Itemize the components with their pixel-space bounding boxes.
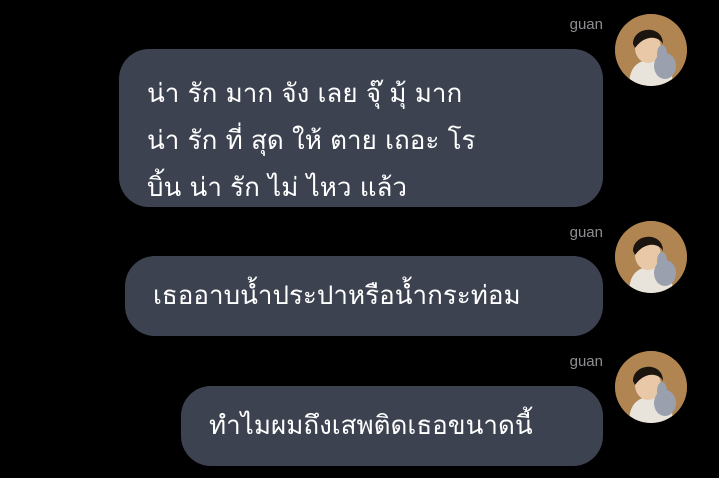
avatar-photo-icon bbox=[615, 351, 687, 423]
message-bubble[interactable]: เธออาบน้ำประปาหรือน้ำกระท่อม bbox=[125, 256, 603, 336]
message-text-line: ทำไมผมถึงเสพติดเธอขนาดนี้ bbox=[209, 411, 533, 441]
message-bubble[interactable]: ทำไมผมถึงเสพติดเธอขนาดนี้ bbox=[181, 386, 603, 466]
sender-name: guan bbox=[569, 353, 603, 370]
avatar-photo-icon bbox=[615, 221, 687, 293]
sender-name: guan bbox=[569, 224, 603, 241]
sender-name: guan bbox=[569, 16, 603, 33]
message-text-line: น่า รัก มาก จัง เลย จุ๊ มุ้ มาก bbox=[147, 79, 463, 109]
avatar[interactable] bbox=[615, 14, 687, 86]
message-bubble[interactable]: น่า รัก มาก จัง เลย จุ๊ มุ้ มาก น่า รัก … bbox=[119, 49, 603, 207]
avatar[interactable] bbox=[615, 351, 687, 423]
avatar-photo-icon bbox=[615, 14, 687, 86]
message-text-line: บิ้น น่า รัก ไม่ ไหว แล้ว bbox=[147, 173, 407, 203]
message-text-line: น่า รัก ที่ สุด ให้ ตาย เถอะ โร bbox=[147, 126, 476, 156]
avatar[interactable] bbox=[615, 221, 687, 293]
message-text-line: เธออาบน้ำประปาหรือน้ำกระท่อม bbox=[153, 281, 521, 311]
